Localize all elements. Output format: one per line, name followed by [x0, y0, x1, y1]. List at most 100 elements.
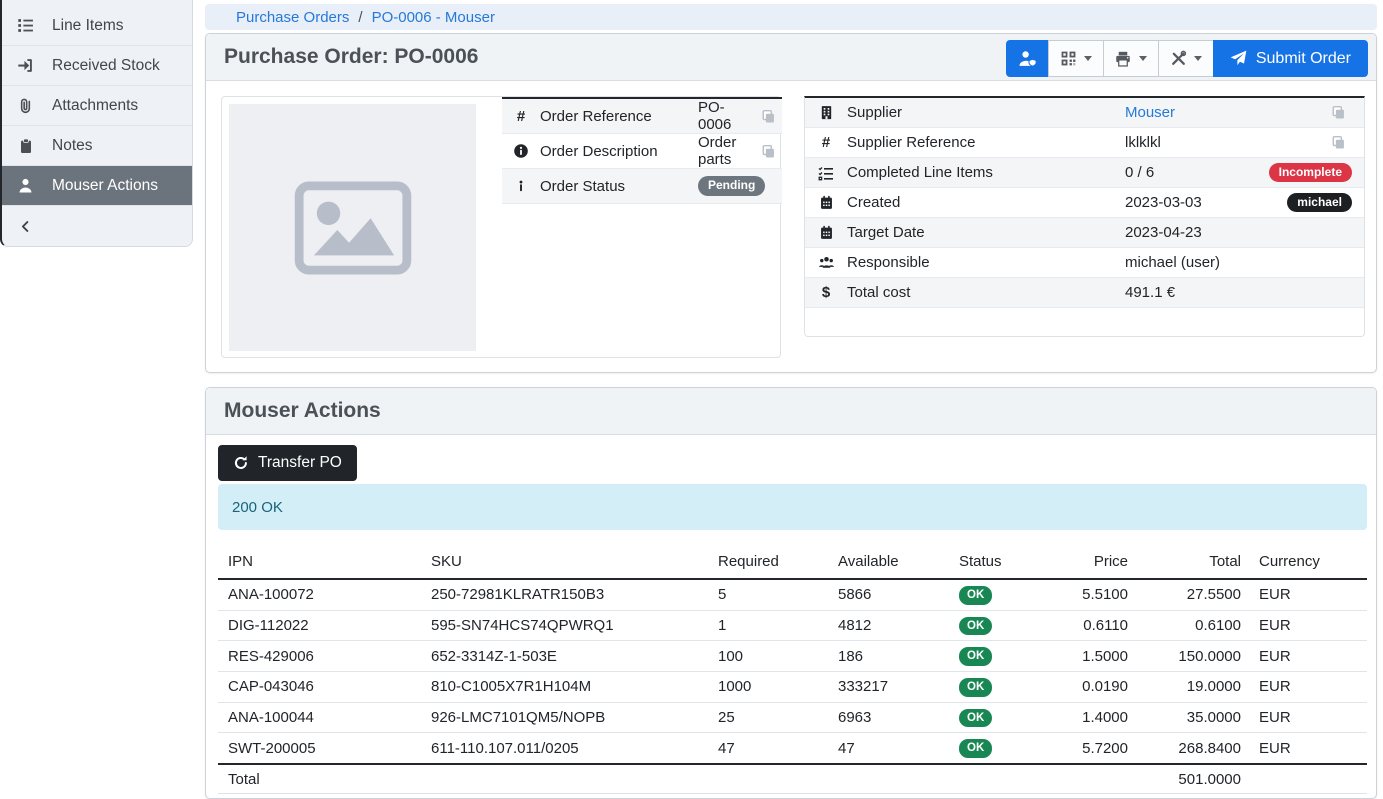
calendar-icon	[805, 225, 847, 240]
table-row: RES-429006 652-3314Z-1-503E 100 186 OK 1…	[218, 641, 1367, 672]
ok-badge: OK	[959, 647, 992, 666]
supplier-details-table: Supplier Mouser # Supplier Reference lkl…	[804, 96, 1365, 337]
detail-label: Created	[847, 194, 1125, 211]
cell-total: 0.6100	[1136, 610, 1249, 641]
supplier-link[interactable]: Mouser	[1125, 104, 1175, 121]
copy-icon[interactable]	[754, 109, 782, 124]
incomplete-badge: Incomplete	[1269, 163, 1352, 182]
detail-value: 0 / 6	[1125, 164, 1260, 181]
cell-price: 5.5100	[1049, 579, 1136, 610]
detail-label: Supplier	[847, 104, 1125, 121]
user-badge: michael	[1287, 193, 1352, 212]
cell-total: 19.0000	[1136, 671, 1249, 702]
order-toolbar: Submit Order	[1006, 40, 1368, 77]
cell-price: 5.7200	[1049, 733, 1136, 764]
user-icon	[16, 177, 35, 194]
cell-status: OK	[949, 671, 1049, 702]
cell-required: 100	[708, 641, 828, 672]
cell-sku: 250-72981KLRATR150B3	[421, 579, 708, 610]
col-sku: SKU	[421, 546, 708, 579]
col-price: Price	[1049, 546, 1136, 579]
cell-available: 47	[828, 733, 949, 764]
transfer-po-button[interactable]: Transfer PO	[218, 445, 357, 481]
cell-required: 47	[708, 733, 828, 764]
col-status: Status	[949, 546, 1049, 579]
table-row: DIG-112022 595-SN74HCS74QPWRQ1 1 4812 OK…	[218, 610, 1367, 641]
caret-down-icon	[1194, 56, 1202, 61]
detail-label: Responsible	[847, 254, 1125, 271]
info-icon	[502, 179, 540, 193]
total-cost-row: $ Total cost 491.1 €	[805, 278, 1364, 308]
cell-currency: EUR	[1249, 579, 1367, 610]
sidebar-item-attachments[interactable]: Attachments	[2, 86, 192, 126]
paper-plane-icon	[1230, 50, 1247, 67]
target-date-row: Target Date 2023-04-23	[805, 218, 1364, 248]
sidebar-collapse-button[interactable]	[2, 206, 192, 246]
cell-currency: EUR	[1249, 733, 1367, 764]
cell-ipn: ANA-100044	[218, 702, 421, 733]
cell-sku: 810-C1005X7R1H104M	[421, 671, 708, 702]
submit-order-button[interactable]: Submit Order	[1213, 40, 1368, 77]
cell-ipn: ANA-100072	[218, 579, 421, 610]
cell-sku: 595-SN74HCS74QPWRQ1	[421, 610, 708, 641]
detail-label: Order Description	[540, 143, 698, 160]
purchase-order-panel: Purchase Order: PO-0006	[205, 33, 1377, 373]
breadcrumb-link-po[interactable]: PO-0006 - Mouser	[372, 9, 495, 26]
hash-icon: #	[805, 134, 847, 151]
cell-price: 1.5000	[1049, 641, 1136, 672]
sidebar-item-mouser-actions[interactable]: Mouser Actions	[2, 166, 192, 206]
submit-order-label: Submit Order	[1256, 50, 1351, 68]
detail-value: 2023-04-23	[1125, 224, 1260, 241]
order-thumbnail	[229, 104, 476, 351]
cell-sku: 926-LMC7101QM5/NOPB	[421, 702, 708, 733]
cell-status: OK	[949, 610, 1049, 641]
printer-icon	[1114, 50, 1132, 68]
breadcrumb-link-purchase-orders[interactable]: Purchase Orders	[236, 9, 349, 26]
cell-available: 186	[828, 641, 949, 672]
image-placeholder-icon	[294, 181, 412, 275]
detail-value: 491.1 €	[1125, 284, 1260, 301]
copy-icon[interactable]	[1324, 105, 1352, 120]
col-required: Required	[708, 546, 828, 579]
cell-currency: EUR	[1249, 610, 1367, 641]
rotate-icon	[233, 455, 249, 471]
mouser-actions-header: Mouser Actions	[206, 388, 1376, 435]
sidebar-item-label: Attachments	[52, 97, 138, 115]
copy-icon[interactable]	[1324, 135, 1352, 150]
cell-sku: 611-110.107.011/0205	[421, 733, 708, 764]
admin-user-button[interactable]	[1006, 40, 1049, 77]
detail-label: Supplier Reference	[847, 134, 1125, 151]
cell-required: 25	[708, 702, 828, 733]
ok-badge: OK	[959, 586, 992, 605]
print-actions-button[interactable]	[1103, 40, 1159, 77]
cell-price: 1.4000	[1049, 702, 1136, 733]
breadcrumb: Purchase Orders / PO-0006 - Mouser	[205, 4, 1377, 30]
order-actions-button[interactable]	[1158, 40, 1214, 77]
order-status-row: Order Status Pending	[502, 169, 782, 204]
barcode-actions-button[interactable]	[1048, 40, 1104, 77]
copy-icon[interactable]	[754, 144, 782, 159]
detail-value: 2023-03-03	[1125, 194, 1260, 211]
user-shield-icon	[1018, 49, 1037, 68]
empty-row	[805, 308, 1364, 336]
list-check-icon	[805, 165, 847, 181]
sidebar-item-label: Notes	[52, 137, 93, 155]
completed-line-items-row: Completed Line Items 0 / 6 Incomplete	[805, 158, 1364, 188]
sidebar-item-received-stock[interactable]: Received Stock	[2, 46, 192, 86]
table-row: ANA-100044 926-LMC7101QM5/NOPB 25 6963 O…	[218, 702, 1367, 733]
table-header-row: IPN SKU Required Available Status Price …	[218, 546, 1367, 579]
calendar-icon	[805, 195, 847, 210]
paperclip-icon	[16, 97, 35, 114]
order-description-row: Order Description Order parts	[502, 134, 782, 169]
users-icon	[805, 254, 847, 271]
supplier-row: Supplier Mouser	[805, 98, 1364, 128]
cell-available: 6963	[828, 702, 949, 733]
caret-down-icon	[1084, 56, 1092, 61]
col-total: Total	[1136, 546, 1249, 579]
cell-currency: EUR	[1249, 671, 1367, 702]
detail-value: Order parts	[698, 134, 754, 168]
sidebar-item-notes[interactable]: Notes	[2, 126, 192, 166]
col-available: Available	[828, 546, 949, 579]
status-badge: Pending	[698, 176, 765, 195]
sidebar-item-line-items[interactable]: Line Items	[2, 6, 192, 46]
